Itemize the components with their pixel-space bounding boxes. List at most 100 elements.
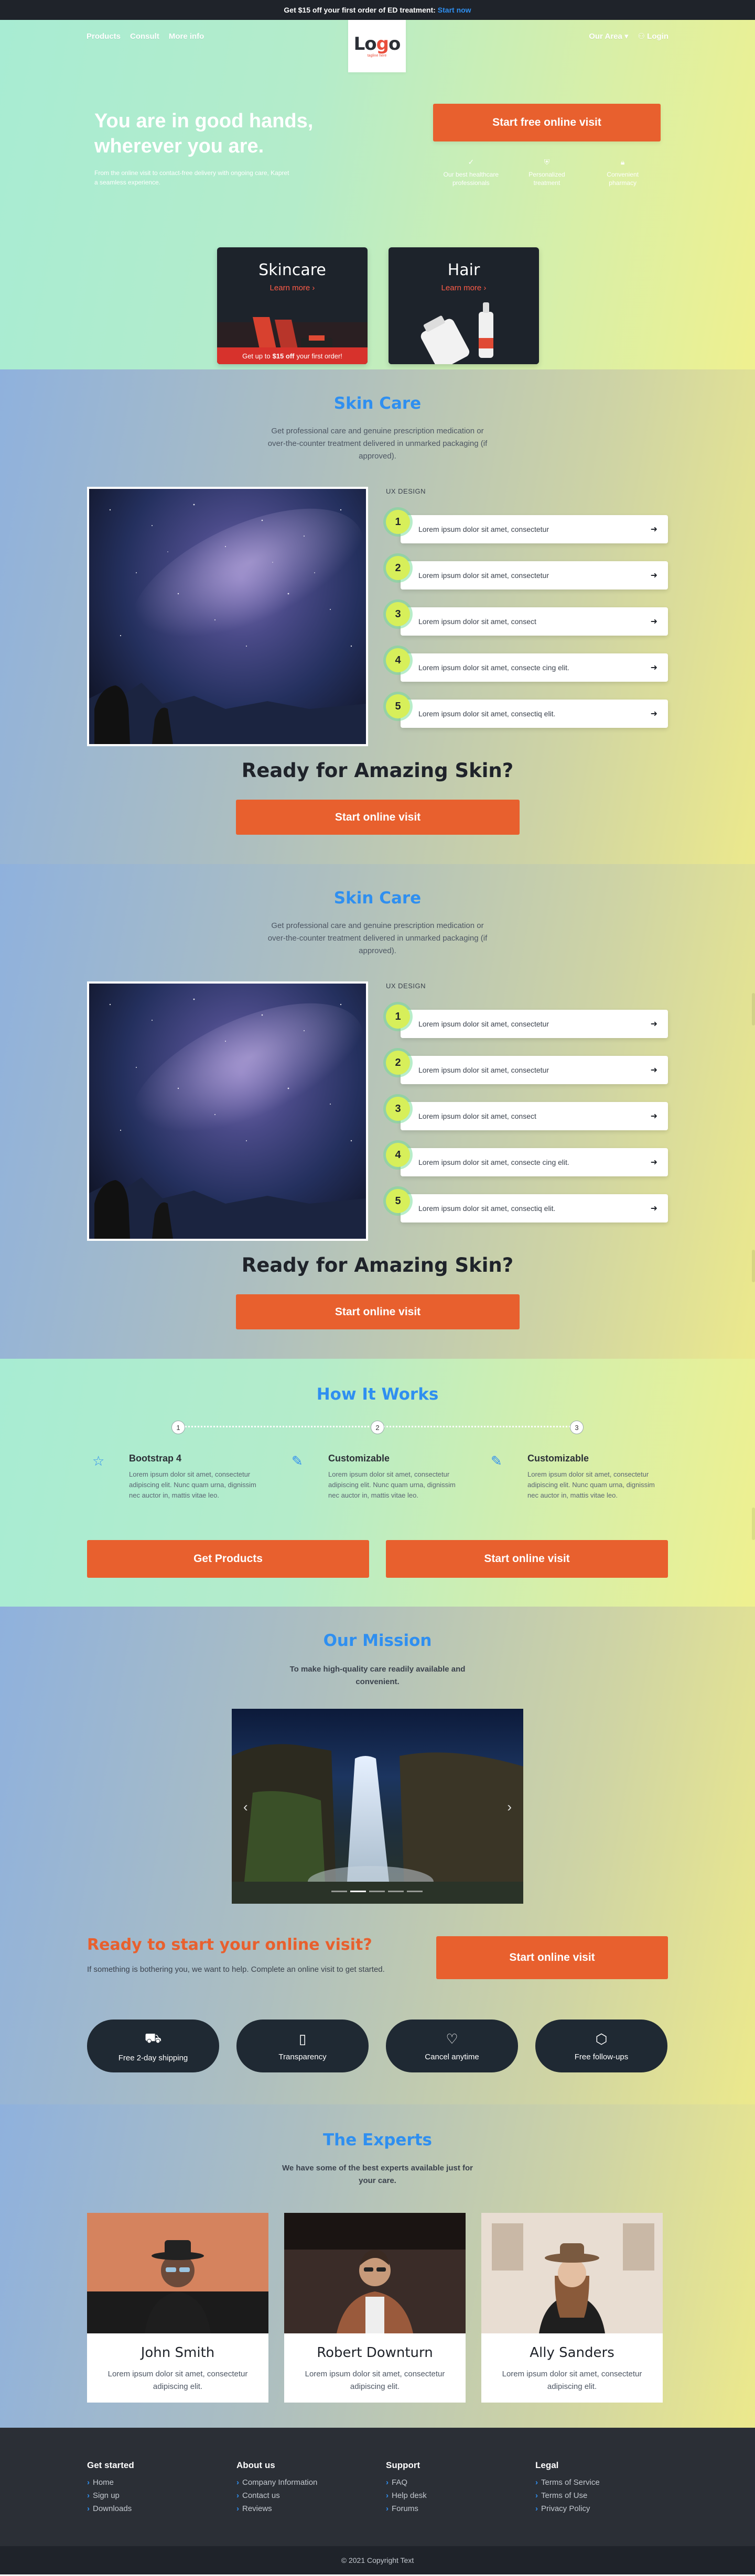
chat-icon: ⬡ — [595, 2031, 608, 2047]
footer-link[interactable]: Terms of Service — [535, 2478, 661, 2487]
footer-heading: Get started — [87, 2460, 134, 2470]
nav-more-info[interactable]: More info — [169, 32, 204, 41]
lock-icon: 🔒︎ — [620, 158, 625, 166]
expert-name: Ally Sanders — [530, 2345, 614, 2361]
document-icon: ▯ — [298, 2031, 307, 2047]
mission-subtitle: To make high-quality care readily availa… — [289, 1665, 466, 1686]
expert-photo — [481, 2213, 663, 2333]
perk-pill[interactable]: ⬡ Free follow-ups — [535, 2020, 667, 2072]
footer-link[interactable]: Terms of Use — [535, 2491, 661, 2500]
learn-more-link[interactable]: Learn more › — [217, 283, 368, 292]
footer-link[interactable]: Privacy Policy — [535, 2504, 661, 2513]
section-title: The Experts — [323, 2131, 432, 2149]
ready-heading: Ready for Amazing Skin? — [241, 759, 514, 782]
section-title: Our Mission — [323, 1631, 432, 1650]
promo-bar: Get $15 off your first order of ED treat… — [0, 0, 755, 20]
truck-icon: ⛟ — [144, 2029, 162, 2046]
hero-features: ✓ Our best healthcare professionals ⛨ Pe… — [433, 157, 661, 187]
expert-card[interactable]: John Smith Lorem ipsum dolor sit amet, c… — [87, 2213, 268, 2403]
logo[interactable]: Logo tagline here — [348, 20, 406, 72]
arrow-right-icon[interactable]: ➜ — [651, 662, 657, 673]
promo-link[interactable]: Start now — [438, 6, 471, 14]
nav-area-dropdown[interactable]: Our Area ▾ — [589, 31, 628, 41]
start-online-visit-button[interactable]: Start online visit — [386, 1540, 668, 1578]
expert-bio: Lorem ipsum dolor sit amet, consectetur … — [305, 2370, 445, 2391]
how-it-works-section: How It Works 1 2 3 ☆ Bootstrap 4 Lorem i… — [0, 1359, 755, 1607]
list-item[interactable]: Lorem ipsum dolor sit amet, consectetur ➜… — [382, 506, 668, 556]
footer-column: Legal Terms of Service Terms of Use Priv… — [535, 2460, 661, 2517]
footer-link[interactable]: Sign up — [87, 2491, 213, 2500]
arrow-right-icon[interactable]: ➜ — [651, 570, 657, 581]
arrow-right-icon[interactable]: ➜ — [651, 1019, 657, 1029]
start-online-visit-button[interactable]: Start online visit — [436, 1936, 668, 1979]
carousel-indicator[interactable] — [369, 1891, 385, 1892]
footer-heading: Legal — [535, 2460, 559, 2470]
expert-card[interactable]: Robert Downturn Lorem ipsum dolor sit am… — [284, 2213, 466, 2403]
nav-login[interactable]: ⚇ Login — [638, 31, 668, 41]
perk-pill[interactable]: ⛟ Free 2-day shipping — [87, 2020, 219, 2072]
footer-link[interactable]: Reviews — [236, 2504, 362, 2513]
image-carousel[interactable]: ‹ › — [232, 1709, 523, 1904]
arrow-right-icon[interactable]: ➜ — [651, 1203, 657, 1214]
footer-link[interactable]: Help desk — [386, 2491, 512, 2500]
perk-pill[interactable]: ♡ Cancel anytime — [386, 2020, 518, 2072]
expert-bio: Lorem ipsum dolor sit amet, consectetur … — [107, 2370, 248, 2391]
ux-design-label: UX DESIGN — [386, 982, 426, 990]
footer-link[interactable]: Home — [87, 2478, 213, 2487]
section-description: Get professional care and genuine prescr… — [267, 921, 488, 955]
arrow-right-icon[interactable]: ➜ — [651, 1157, 657, 1167]
perk-pill[interactable]: ▯ Transparency — [236, 2020, 369, 2072]
list-item[interactable]: Lorem ipsum dolor sit amet, consecte cin… — [382, 645, 668, 694]
list-item[interactable]: Lorem ipsum dolor sit amet, consectetur ➜… — [382, 1001, 668, 1051]
feature-text: Lorem ipsum dolor sit amet, consectetur … — [527, 1470, 655, 1500]
carousel-indicator[interactable] — [331, 1891, 347, 1892]
start-online-visit-button[interactable]: Start online visit — [236, 800, 520, 835]
footer: Get started Home Sign up Downloads About… — [0, 2428, 755, 2574]
arrow-right-icon[interactable]: ➜ — [651, 616, 657, 627]
footer-link[interactable]: Forums — [386, 2504, 512, 2513]
list-item[interactable]: Lorem ipsum dolor sit amet, consectetur ➜… — [382, 1047, 668, 1097]
list-item[interactable]: Lorem ipsum dolor sit amet, consectiq el… — [382, 691, 668, 740]
expert-bio: Lorem ipsum dolor sit amet, consectetur … — [502, 2370, 642, 2391]
expert-card[interactable]: Ally Sanders Lorem ipsum dolor sit amet,… — [481, 2213, 663, 2403]
promo-text: Get $15 off your first order of ED treat… — [284, 6, 436, 14]
arrow-right-icon[interactable]: ➜ — [651, 1111, 657, 1121]
footer-link[interactable]: Company Information — [236, 2478, 362, 2487]
list-item[interactable]: Lorem ipsum dolor sit amet, consecte cin… — [382, 1139, 668, 1189]
arrow-right-icon[interactable]: ➜ — [651, 708, 657, 719]
list-item[interactable]: Lorem ipsum dolor sit amet, consectiq el… — [382, 1185, 668, 1235]
footer-link[interactable]: Downloads — [87, 2504, 213, 2513]
start-online-visit-button[interactable]: Start online visit — [236, 1294, 520, 1329]
carousel-indicator[interactable] — [388, 1891, 404, 1892]
arrow-right-icon[interactable]: ➜ — [651, 1065, 657, 1075]
list-item[interactable]: Lorem ipsum dolor sit amet, consect ➜ 3 — [382, 1093, 668, 1143]
feature-title: Bootstrap 4 — [129, 1453, 182, 1464]
list-item[interactable]: Lorem ipsum dolor sit amet, consect ➜ 3 — [382, 598, 668, 648]
expert-cards: John Smith Lorem ipsum dolor sit amet, c… — [87, 2213, 663, 2403]
footer-link[interactable]: FAQ — [386, 2478, 512, 2487]
footer-column: Support FAQ Help desk Forums — [386, 2460, 512, 2517]
nav-consult[interactable]: Consult — [130, 32, 159, 41]
carousel-indicator[interactable] — [407, 1891, 423, 1892]
footer-link[interactable]: Contact us — [236, 2491, 362, 2500]
section-title: Skin Care — [333, 889, 422, 908]
get-products-button[interactable]: Get Products — [87, 1540, 369, 1578]
feature-title: Customizable — [527, 1453, 589, 1464]
list-item[interactable]: Lorem ipsum dolor sit amet, consectetur ➜… — [382, 552, 668, 602]
hero-subtitle: From the online visit to contact-free de… — [94, 169, 289, 186]
scroll-handle[interactable] — [752, 1508, 755, 1540]
arrow-right-icon[interactable]: ➜ — [651, 524, 657, 534]
carousel-next-icon[interactable]: › — [507, 1799, 512, 1815]
carousel-prev-icon[interactable]: ‹ — [243, 1799, 248, 1815]
skincare-card[interactable]: Skincare Learn more › Get up to $15 off yo… — [217, 247, 368, 364]
section-title: Skin Care — [333, 394, 422, 413]
carousel-indicator[interactable] — [350, 1891, 366, 1892]
product-cards: Skincare Learn more › Get up to $15 off yo… — [217, 247, 539, 364]
nav-products[interactable]: Products — [87, 32, 121, 41]
start-free-visit-button[interactable]: Start free online visit — [433, 104, 661, 141]
expert-photo — [87, 2213, 268, 2333]
scroll-handle[interactable] — [752, 993, 755, 1025]
hair-card[interactable]: Hair Learn more › — [389, 247, 539, 364]
scroll-handle[interactable] — [752, 1250, 755, 1282]
learn-more-link[interactable]: Learn more › — [389, 283, 539, 292]
